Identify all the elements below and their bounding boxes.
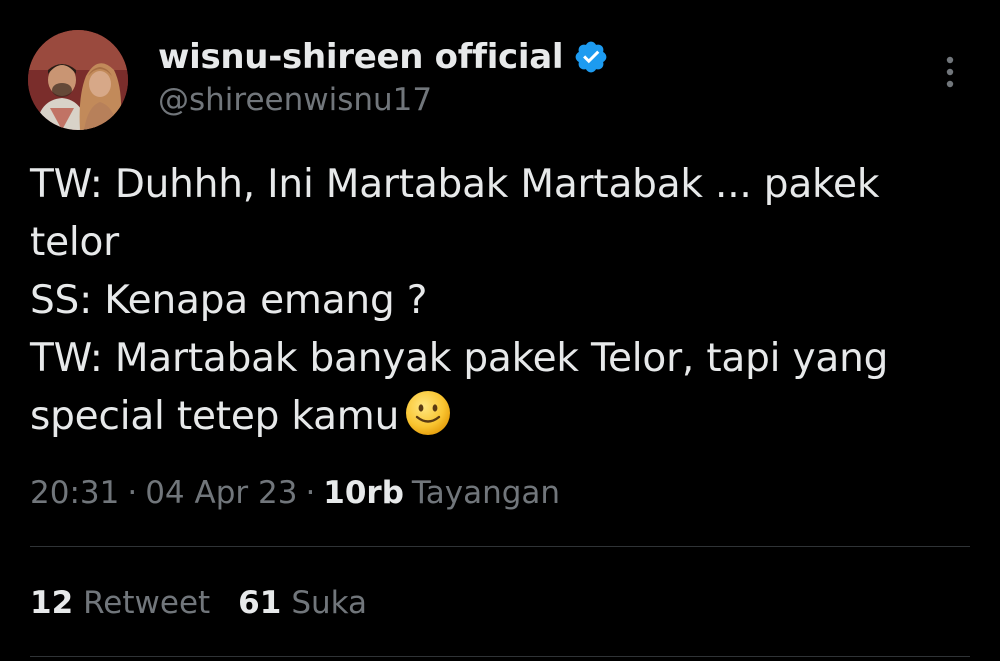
meta-separator: ·: [305, 475, 316, 511]
tweet-text-line-last: special tetep kamu: [30, 388, 980, 446]
more-options-icon[interactable]: [936, 52, 964, 92]
author-display-name[interactable]: wisnu-shireen official: [158, 37, 564, 77]
tweet-meta: 20:31 · 04 Apr 23 · 10rb Tayangan: [30, 470, 560, 516]
likes-stat[interactable]: 61 Suka: [238, 585, 367, 621]
retweets-count: 12: [30, 585, 74, 621]
tweet-text-line: TW: Martabak banyak pakek Telor, tapi ya…: [30, 336, 889, 381]
tweet-text-line: telor: [30, 220, 120, 265]
views-count: 10rb: [323, 475, 404, 511]
tweet-text-line: TW: Duhhh, Ini Martabak Martabak ... pak…: [30, 162, 880, 207]
tweet-time[interactable]: 20:31: [30, 475, 119, 511]
tweet-text: TW: Duhhh, Ini Martabak Martabak ... pak…: [30, 156, 980, 446]
retweets-label: Retweet: [83, 585, 211, 621]
verified-badge-icon: [575, 41, 607, 73]
tweet-detail: wisnu-shireen official @shireenwisnu17 T…: [0, 0, 1000, 661]
avatar-photo: [28, 30, 128, 130]
likes-count: 61: [238, 585, 282, 621]
author-name-row[interactable]: wisnu-shireen official: [158, 34, 609, 80]
avatar[interactable]: [28, 30, 128, 130]
tweet-text-line: special tetep kamu: [30, 394, 400, 439]
divider: [30, 546, 970, 547]
likes-label: Suka: [291, 585, 368, 621]
views-label: Tayangan: [411, 475, 561, 511]
retweets-stat[interactable]: 12 Retweet: [30, 585, 210, 621]
author-handle[interactable]: @shireenwisnu17: [158, 82, 432, 118]
tweet-stats: 12 Retweet 61 Suka: [30, 580, 367, 626]
tweet-date[interactable]: 04 Apr 23: [145, 475, 297, 511]
meta-separator: ·: [127, 475, 138, 511]
slightly-smiling-face-icon: [406, 391, 451, 435]
divider: [30, 656, 970, 657]
tweet-text-line: SS: Kenapa emang ?: [30, 278, 428, 323]
